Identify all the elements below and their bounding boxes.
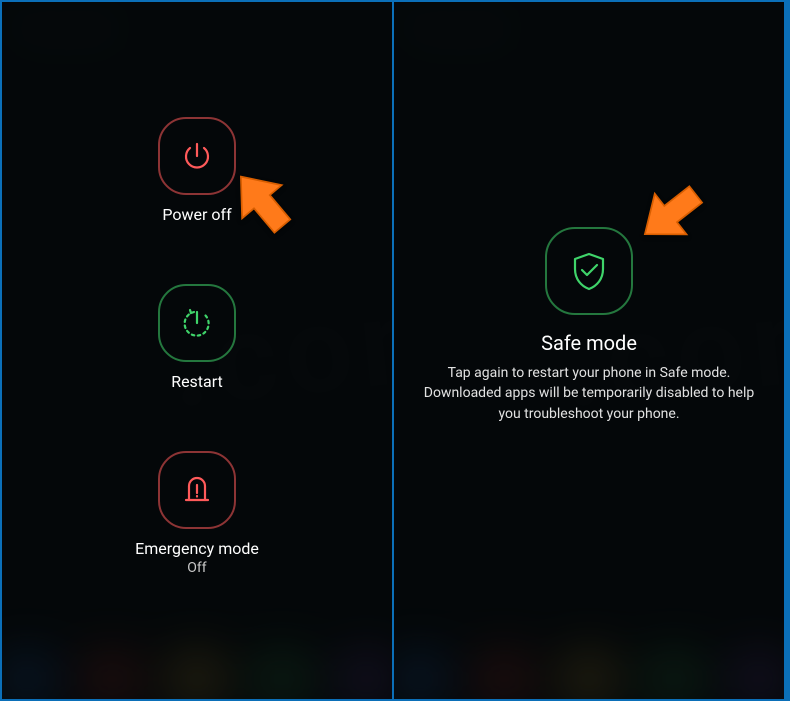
safe-mode-button[interactable]: [545, 227, 633, 315]
restart-button[interactable]: [158, 284, 236, 362]
safe-mode-description: Tap again to restart your phone in Safe …: [422, 363, 756, 424]
restart-label: Restart: [158, 372, 236, 391]
shield-check-icon: [567, 249, 611, 293]
power-icon: [179, 138, 215, 174]
emergency-button[interactable]: [158, 451, 236, 529]
restart-icon: [178, 304, 216, 342]
emergency-label: Emergency mode: [135, 539, 259, 558]
safe-mode-title: Safe mode: [541, 331, 637, 355]
emergency-option[interactable]: Emergency mode Off: [135, 451, 259, 576]
power-menu-screen: 15:41 .com Power off: [2, 2, 392, 699]
emergency-sublabel: Off: [135, 560, 259, 576]
pointer-arrow-right: [629, 170, 715, 256]
pointer-arrow-left: [220, 160, 306, 246]
emergency-icon: [179, 472, 215, 508]
restart-option[interactable]: Restart: [158, 284, 236, 391]
safe-mode-confirm-screen: 15:41 .com Safe mode Tap again to restar…: [394, 2, 784, 699]
